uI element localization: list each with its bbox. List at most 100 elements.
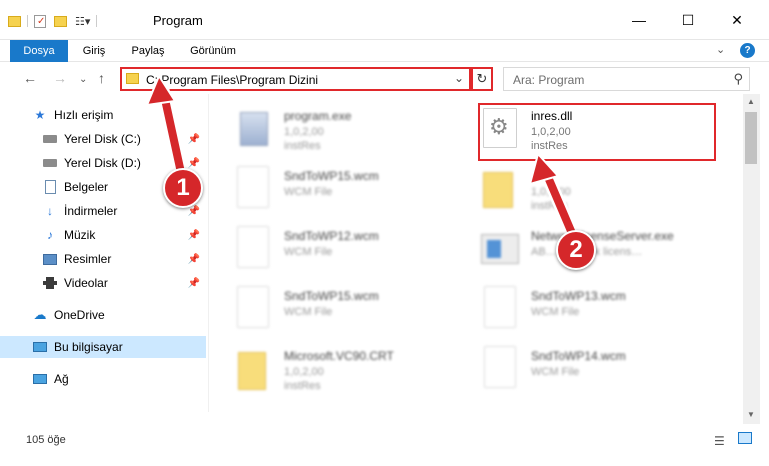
tab-gorunum[interactable]: Görünüm bbox=[182, 40, 244, 62]
sidebar-item-bu-bilgisayar[interactable]: Bu bilgisayar bbox=[0, 336, 206, 358]
file-type: WCM File bbox=[284, 306, 333, 318]
file-name: Microsoft.VC90.CRT bbox=[284, 349, 394, 363]
scroll-down-icon[interactable]: ▼ bbox=[747, 410, 755, 419]
file-item[interactable]: SndToWP15.wcm WCM File bbox=[234, 162, 474, 218]
pin-icon[interactable]: 📌 bbox=[188, 278, 200, 289]
download-icon: ↓ bbox=[47, 204, 53, 218]
scrollbar-thumb[interactable] bbox=[745, 112, 757, 164]
file-description: instRes bbox=[284, 380, 321, 392]
sidebar-item-label: Belgeler bbox=[64, 180, 109, 194]
scroll-up-icon[interactable]: ▲ bbox=[747, 97, 755, 106]
file-version: 1,0,2,00 bbox=[284, 366, 324, 378]
pin-icon[interactable]: 📌 bbox=[188, 206, 200, 217]
ribbon-expand-chevron-down-icon[interactable]: ⌄ bbox=[716, 43, 725, 56]
step-badge-1: 1 bbox=[163, 168, 203, 208]
large-icons-view-icon[interactable] bbox=[738, 432, 752, 444]
folder-icon bbox=[126, 73, 139, 84]
sidebar-item-label: İndirmeler bbox=[64, 204, 118, 218]
drive-icon bbox=[42, 131, 58, 147]
file-item[interactable]: SndToWP14.wcm WCM File bbox=[481, 342, 721, 398]
file-name: SndToWP13.wcm bbox=[531, 289, 626, 303]
status-bar: 105 öğe ☰ bbox=[0, 424, 769, 466]
refresh-icon: ↻ bbox=[476, 71, 488, 86]
folder-icon bbox=[234, 346, 274, 392]
sidebar-item-ag[interactable]: Ağ bbox=[0, 368, 206, 390]
file-name: program.exe bbox=[284, 109, 352, 123]
sidebar-item-hizli-erisim[interactable]: ★ Hızlı erişim bbox=[0, 104, 206, 126]
file-item[interactable]: SndToWP15.wcm WCM File bbox=[234, 282, 474, 338]
address-row: ← → ⌄ ↑ C:\Program Files\Program Dizini … bbox=[0, 62, 769, 94]
file-description: instRes bbox=[284, 140, 321, 152]
file-name: SndToWP12.wcm bbox=[284, 229, 379, 243]
item-count: 105 öğe bbox=[26, 434, 66, 446]
address-dropdown-chevron-icon[interactable]: ⌄ bbox=[454, 71, 464, 85]
drive-icon bbox=[42, 155, 58, 171]
file-item[interactable]: program.exe 1,0,2,00 instRes bbox=[234, 102, 474, 158]
computer-icon bbox=[32, 339, 48, 355]
back-arrow-icon[interactable]: ← bbox=[23, 70, 37, 86]
up-arrow-icon[interactable]: ↑ bbox=[98, 70, 105, 86]
pin-icon[interactable]: 📌 bbox=[188, 134, 200, 145]
file-icon bbox=[484, 286, 516, 328]
music-icon: ♪ bbox=[47, 228, 53, 242]
file-type: WCM File bbox=[284, 186, 333, 198]
network-icon bbox=[32, 371, 48, 387]
minimize-button[interactable]: — bbox=[616, 6, 662, 34]
sidebar-item-onedrive[interactable]: ☁ OneDrive bbox=[0, 304, 206, 326]
pin-icon[interactable]: 📌 bbox=[188, 230, 200, 241]
properties-icon[interactable]: ✓ bbox=[34, 14, 46, 28]
file-icon bbox=[237, 166, 269, 208]
tab-giris[interactable]: Giriş bbox=[72, 40, 116, 62]
view-options-icon[interactable]: ☷▾ bbox=[75, 15, 90, 28]
sidebar-item-label: Ağ bbox=[54, 372, 69, 386]
search-input[interactable]: Ara: Program ⚲ bbox=[503, 67, 750, 91]
forward-arrow-icon[interactable]: → bbox=[53, 70, 67, 86]
close-button[interactable]: ✕ bbox=[714, 6, 760, 34]
sidebar-item-label: Resimler bbox=[64, 252, 112, 266]
video-icon bbox=[42, 275, 58, 291]
file-item[interactable]: Microsoft.VC90.CRT 1,0,2,00 instRes bbox=[234, 342, 474, 398]
help-icon[interactable]: ? bbox=[740, 43, 755, 58]
file-icon bbox=[237, 286, 269, 328]
sidebar-item-label: Hızlı erişim bbox=[54, 108, 114, 122]
pin-icon[interactable]: 📌 bbox=[188, 254, 200, 265]
sidebar-item-label: OneDrive bbox=[54, 308, 105, 322]
pin-icon[interactable]: 📌 bbox=[188, 158, 200, 169]
sidebar-item-videolar[interactable]: Videolar 📌 bbox=[0, 272, 206, 294]
new-folder-icon[interactable] bbox=[54, 15, 67, 27]
sidebar-item-muzik[interactable]: ♪ Müzik 📌 bbox=[0, 224, 206, 246]
refresh-button[interactable]: ↻ bbox=[471, 67, 493, 91]
ribbon: Dosya Giriş Paylaş Görünüm ⌄ ? bbox=[0, 40, 769, 62]
quick-access-toolbar: ✓ ☷▾ bbox=[8, 12, 103, 30]
details-view-icon[interactable]: ☰ bbox=[714, 434, 725, 448]
file-name: NetworkLicenseServer.exe bbox=[531, 229, 674, 243]
tab-dosya[interactable]: Dosya bbox=[10, 40, 68, 62]
cloud-icon: ☁ bbox=[33, 307, 47, 322]
file-version: 1,0,2,00 bbox=[284, 126, 324, 138]
sidebar-item-yerel-disk-c[interactable]: Yerel Disk (C:) 📌 bbox=[0, 128, 206, 150]
file-icon bbox=[237, 226, 269, 268]
file-type: WCM File bbox=[284, 246, 333, 258]
tab-paylas[interactable]: Paylaş bbox=[122, 40, 174, 62]
highlight-box bbox=[478, 103, 716, 161]
folder-icon[interactable] bbox=[8, 15, 21, 27]
file-item[interactable]: NetworkLicenseServer.exe AB… Network lic… bbox=[481, 222, 721, 278]
sidebar-item-label: Yerel Disk (C:) bbox=[64, 132, 141, 146]
window-title: Program bbox=[153, 13, 203, 28]
sidebar-item-label: Yerel Disk (D:) bbox=[64, 156, 141, 170]
file-name: … bbox=[531, 169, 543, 183]
address-path: C:\Program Files\Program Dizini bbox=[146, 73, 319, 87]
recent-locations-chevron-icon[interactable]: ⌄ bbox=[79, 74, 87, 85]
sidebar-item-label: Videolar bbox=[64, 276, 108, 290]
address-bar[interactable]: C:\Program Files\Program Dizini ⌄ bbox=[120, 67, 471, 91]
file-icon bbox=[484, 346, 516, 388]
file-item[interactable]: SndToWP12.wcm WCM File bbox=[234, 222, 474, 278]
sidebar-item-resimler[interactable]: Resimler 📌 bbox=[0, 248, 206, 270]
maximize-button[interactable]: ☐ bbox=[665, 6, 711, 34]
documents-icon bbox=[42, 179, 58, 195]
vertical-scrollbar[interactable]: ▲ ▼ bbox=[743, 94, 760, 424]
star-icon: ★ bbox=[34, 108, 46, 122]
sidebar-item-label: Bu bilgisayar bbox=[54, 340, 123, 354]
file-item[interactable]: SndToWP13.wcm WCM File bbox=[481, 282, 721, 338]
file-item[interactable]: … 1,0,2,00 instRes bbox=[481, 162, 721, 218]
